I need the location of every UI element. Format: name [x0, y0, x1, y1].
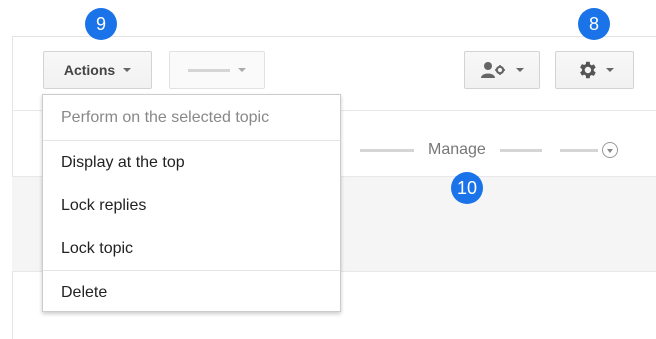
chevron-down-icon	[123, 68, 132, 72]
chevron-down-icon	[606, 149, 613, 153]
callout-badge-manage: 10	[451, 172, 483, 204]
actions-dropdown-menu: Perform on the selected topic Display at…	[42, 94, 341, 312]
manage-header: Manage	[360, 140, 618, 160]
menu-item-lock-replies[interactable]: Lock replies	[43, 184, 340, 227]
settings-button[interactable]	[555, 51, 634, 89]
chevron-down-icon	[605, 68, 614, 72]
chevron-down-icon	[238, 68, 246, 72]
placeholder-dash	[499, 148, 542, 152]
gear-icon	[579, 61, 596, 79]
actions-button[interactable]: Actions	[43, 51, 152, 89]
manage-menu-toggle[interactable]	[601, 142, 618, 158]
menu-item-delete[interactable]: Delete	[43, 271, 340, 314]
callout-badge-settings: 8	[578, 8, 610, 40]
placeholder-dash	[360, 148, 414, 152]
menu-item-display-at-top[interactable]: Display at the top	[43, 141, 340, 184]
chevron-down-icon	[516, 68, 524, 72]
menu-header: Perform on the selected topic	[43, 95, 340, 141]
placeholder-dash	[559, 148, 598, 152]
placeholder-dash	[188, 68, 230, 72]
menu-item-lock-topic[interactable]: Lock topic	[43, 227, 340, 270]
people-settings-button[interactable]	[464, 51, 540, 89]
actions-button-label: Actions	[63, 62, 116, 78]
manage-label: Manage	[428, 141, 486, 158]
people-settings-icon	[481, 62, 505, 78]
secondary-dropdown-button[interactable]	[169, 51, 265, 89]
callout-badge-actions: 9	[85, 8, 117, 40]
